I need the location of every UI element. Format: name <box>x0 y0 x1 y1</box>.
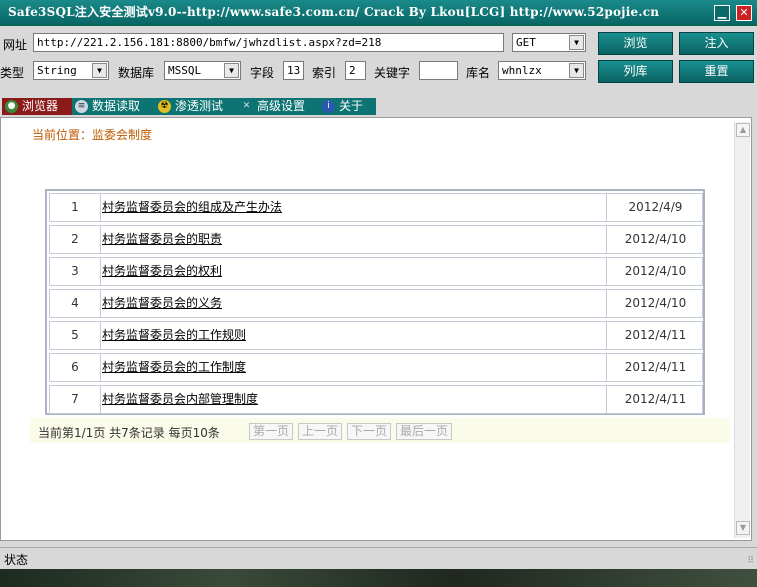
chevron-down-icon[interactable]: ▼ <box>92 63 107 78</box>
index-label: 索引 <box>312 66 337 80</box>
tab-label: 高级设置 <box>257 99 306 113</box>
tab-label: 浏览器 <box>22 99 59 113</box>
breadcrumb: 当前位置：监委会制度 <box>32 128 153 142</box>
article-link[interactable]: 村务监督委员会的组成及产生办法 <box>102 194 605 221</box>
row-date: 2012/4/10 <box>606 290 704 317</box>
tab-bar: ● 浏览器 ≡ 数据读取 ☢ 渗透测试 ✕ 高级设置 i 关于 <box>0 96 757 116</box>
prev-page-button[interactable]: 上一页 <box>298 423 343 440</box>
table-row: 2 村务监督委员会的职责 2012/4/10 <box>49 225 703 254</box>
row-number: 6 <box>50 354 101 381</box>
database-select[interactable]: MSSQL ▼ <box>164 61 241 80</box>
chevron-down-icon[interactable]: ▼ <box>569 63 584 78</box>
database-label: 数据库 <box>118 66 155 80</box>
article-link[interactable]: 村务监督委员会的工作规则 <box>102 322 605 349</box>
type-select[interactable]: String ▼ <box>33 61 109 80</box>
url-input[interactable]: http://221.2.156.181:8800/bmfw/jwhzdlist… <box>33 33 504 52</box>
table-row: 1 村务监督委员会的组成及产生办法 2012/4/9 <box>49 193 703 222</box>
tools-icon: ✕ <box>242 101 251 111</box>
row-number: 2 <box>50 226 101 253</box>
title-bar: Safe3SQL注入安全测试v9.0--http://www.safe3.com… <box>0 0 757 26</box>
table-row: 3 村务监督委员会的权利 2012/4/10 <box>49 257 703 286</box>
desktop-background-strip <box>0 569 757 587</box>
row-date: 2012/4/11 <box>606 322 704 349</box>
type-value: String <box>37 64 77 77</box>
tab-pentest[interactable]: ☢ 渗透测试 <box>155 98 233 115</box>
inject-button[interactable]: 注入 <box>679 32 754 55</box>
tab-label: 数据读取 <box>92 99 141 113</box>
reset-button[interactable]: 重置 <box>679 60 754 83</box>
keyword-label: 关键字 <box>374 66 411 80</box>
chevron-down-icon[interactable]: ▼ <box>224 63 239 78</box>
close-button[interactable]: ✕ <box>736 5 752 21</box>
browse-button[interactable]: 浏览 <box>598 32 673 55</box>
status-bar: 状态 ⠿ <box>0 547 757 569</box>
tab-label: 关于 <box>339 99 364 113</box>
index-input[interactable]: 2 <box>345 61 366 80</box>
tab-browser[interactable]: ● 浏览器 <box>2 98 72 115</box>
row-number: 7 <box>50 386 101 413</box>
first-page-button[interactable]: 第一页 <box>249 423 294 440</box>
vertical-scrollbar[interactable]: ▲ ▼ <box>734 122 750 538</box>
scroll-down-icon[interactable]: ▼ <box>736 521 750 535</box>
table-row: 6 村务监督委员会的工作制度 2012/4/11 <box>49 353 703 382</box>
field-count-input[interactable]: 13 <box>283 61 304 80</box>
article-link[interactable]: 村务监督委员会的义务 <box>102 290 605 317</box>
url-label: 网址 <box>3 38 28 52</box>
article-link[interactable]: 村务监督委员会的权利 <box>102 258 605 285</box>
row-date: 2012/4/10 <box>606 258 704 285</box>
window-title: Safe3SQL注入安全测试v9.0--http://www.safe3.com… <box>8 5 660 19</box>
scroll-up-icon[interactable]: ▲ <box>736 123 750 137</box>
toolbar: 网址 http://221.2.156.181:8800/bmfw/jwhzdl… <box>0 26 757 96</box>
dbname-label: 库名 <box>466 66 491 80</box>
table-row: 5 村务监督委员会的工作规则 2012/4/11 <box>49 321 703 350</box>
method-select[interactable]: GET ▼ <box>512 33 586 52</box>
row-number: 5 <box>50 322 101 349</box>
row-number: 3 <box>50 258 101 285</box>
tab-label: 渗透测试 <box>175 99 224 113</box>
pager-info: 当前第1/1页 共7条记录 每页10条 <box>38 426 220 440</box>
table-row: 4 村务监督委员会的义务 2012/4/10 <box>49 289 703 318</box>
tab-data-read[interactable]: ≡ 数据读取 <box>72 98 152 115</box>
type-label: 类型 <box>0 66 25 80</box>
field-label: 字段 <box>250 66 275 80</box>
method-value: GET <box>516 36 536 49</box>
globe-icon: ● <box>5 100 18 113</box>
info-icon: i <box>322 100 335 113</box>
row-date: 2012/4/9 <box>606 194 704 221</box>
article-link[interactable]: 村务监督委员会的工作制度 <box>102 354 605 381</box>
minimize-button[interactable]: ▁ <box>714 5 730 21</box>
dbname-value: whnlzx <box>502 64 542 77</box>
tab-about[interactable]: i 关于 <box>319 98 375 115</box>
row-number: 4 <box>50 290 101 317</box>
last-page-button[interactable]: 最后一页 <box>396 423 453 440</box>
article-link[interactable]: 村务监督委员会内部管理制度 <box>102 386 605 413</box>
row-date: 2012/4/11 <box>606 354 704 381</box>
article-link[interactable]: 村务监督委员会的职责 <box>102 226 605 253</box>
database-value: MSSQL <box>168 64 202 77</box>
resize-grip-icon[interactable]: ⠿ <box>747 556 754 566</box>
next-page-button[interactable]: 下一页 <box>347 423 392 440</box>
radiation-icon: ☢ <box>158 100 171 113</box>
row-date: 2012/4/11 <box>606 386 704 413</box>
row-number: 1 <box>50 194 101 221</box>
keyword-input[interactable] <box>419 61 458 80</box>
database-icon: ≡ <box>75 100 88 113</box>
chevron-down-icon[interactable]: ▼ <box>569 35 584 50</box>
tab-advanced[interactable]: ✕ 高级设置 <box>237 98 315 115</box>
dbname-select[interactable]: whnlzx ▼ <box>498 61 586 80</box>
list-db-button[interactable]: 列库 <box>598 60 673 83</box>
status-label: 状态 <box>4 553 29 567</box>
row-date: 2012/4/10 <box>606 226 704 253</box>
table-row: 7 村务监督委员会内部管理制度 2012/4/11 <box>49 385 703 414</box>
article-table: 1 村务监督委员会的组成及产生办法 2012/4/9 2 村务监督委员会的职责 … <box>45 189 705 415</box>
pager: 当前第1/1页 共7条记录 每页10条 第一页 上一页 下一页 最后一页 <box>30 418 730 443</box>
